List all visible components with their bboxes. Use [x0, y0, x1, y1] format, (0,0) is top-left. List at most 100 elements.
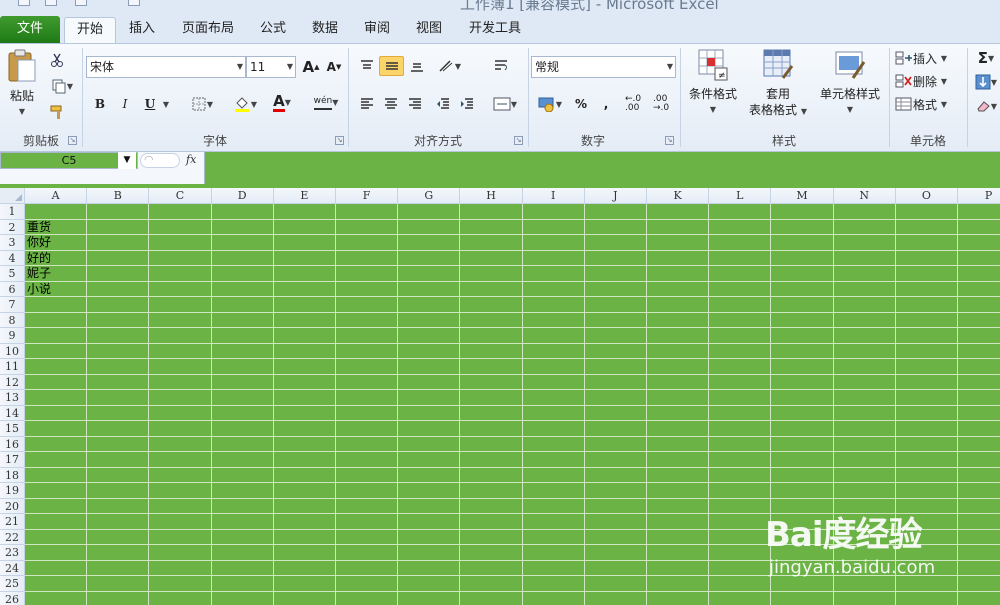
undo-icon[interactable]	[45, 0, 57, 6]
cell-a2[interactable]: 重货	[27, 220, 51, 235]
column-header-b[interactable]: B	[87, 188, 150, 204]
cell-a5[interactable]: 妮子	[27, 266, 51, 281]
underline-button[interactable]: U	[139, 94, 161, 114]
row-header-15[interactable]: 15	[0, 421, 25, 437]
cell-a6[interactable]: 小说	[27, 282, 51, 297]
row-header-7[interactable]: 7	[0, 297, 25, 313]
format-painter-icon[interactable]	[46, 102, 68, 122]
align-right-icon[interactable]	[404, 94, 426, 114]
row-header-16[interactable]: 16	[0, 436, 25, 452]
wrap-text-icon[interactable]	[490, 56, 512, 76]
tab-insert[interactable]: 插入	[120, 17, 164, 43]
column-header-g[interactable]: G	[398, 188, 461, 204]
column-header-m[interactable]: M	[771, 188, 834, 204]
cell-a3[interactable]: 你好	[27, 235, 51, 250]
decrease-decimal-button[interactable]: .00 →.0	[653, 94, 679, 114]
column-header-e[interactable]: E	[273, 188, 336, 204]
column-header-f[interactable]: F	[336, 188, 399, 204]
row-header-19[interactable]: 19	[0, 483, 25, 499]
paste-dropdown-icon[interactable]: ▼	[4, 104, 40, 120]
tab-formulas[interactable]: 公式	[252, 17, 294, 43]
font-name-combo[interactable]: 宋体 ▼	[86, 56, 246, 78]
row-header-10[interactable]: 10	[0, 343, 25, 359]
column-header-i[interactable]: I	[522, 188, 585, 204]
paste-button[interactable]: 粘贴 ▼	[4, 48, 40, 122]
column-header-k[interactable]: K	[647, 188, 710, 204]
row-header-4[interactable]: 4	[0, 250, 25, 266]
row-header-2[interactable]: 2	[0, 219, 25, 235]
save-icon[interactable]	[18, 0, 30, 6]
accounting-format-button[interactable]: ▼	[533, 94, 567, 114]
insert-function-button[interactable]: fx	[186, 153, 196, 166]
clear-button[interactable]: ▼	[972, 96, 1000, 116]
autosum-button[interactable]: Σ ▼	[972, 48, 1000, 68]
column-header-h[interactable]: H	[460, 188, 523, 204]
bold-button[interactable]: B	[89, 94, 111, 114]
row-header-20[interactable]: 20	[0, 498, 25, 514]
shrink-font-button[interactable]: A ▼	[323, 57, 345, 77]
number-launcher-icon[interactable]: ↘	[665, 136, 674, 145]
conditional-format-button[interactable]: ≠ 条件格式 ▼	[684, 48, 742, 118]
fill-color-button[interactable]: ▼	[228, 94, 262, 114]
row-header-5[interactable]: 5	[0, 266, 25, 282]
borders-button[interactable]: ▼	[186, 94, 218, 114]
row-header-26[interactable]: 26	[0, 591, 25, 605]
column-header-d[interactable]: D	[211, 188, 274, 204]
column-header-j[interactable]: J	[584, 188, 647, 204]
column-header-p[interactable]: P	[958, 188, 1000, 204]
font-size-combo[interactable]: 11 ▼	[246, 56, 296, 78]
row-header-24[interactable]: 24	[0, 560, 25, 576]
row-header-11[interactable]: 11	[0, 359, 25, 375]
column-header-o[interactable]: O	[895, 188, 958, 204]
cut-icon[interactable]	[46, 50, 68, 70]
percent-button[interactable]: %	[570, 94, 592, 114]
merge-center-icon[interactable]: ▼	[488, 94, 522, 114]
cell-a4[interactable]: 好的	[27, 251, 51, 266]
align-middle-icon[interactable]	[379, 56, 404, 76]
formula-cancel-icon[interactable]: ◠	[140, 153, 180, 168]
align-left-icon[interactable]	[356, 94, 378, 114]
column-header-n[interactable]: N	[833, 188, 896, 204]
row-header-23[interactable]: 23	[0, 545, 25, 561]
redo-icon[interactable]	[75, 0, 87, 6]
row-header-1[interactable]: 1	[0, 204, 25, 220]
row-header-21[interactable]: 21	[0, 514, 25, 530]
tab-data[interactable]: 数据	[304, 17, 346, 43]
column-header-l[interactable]: L	[709, 188, 772, 204]
increase-decimal-button[interactable]: ←.0 .00	[625, 94, 651, 114]
column-header-c[interactable]: C	[149, 188, 212, 204]
row-header-6[interactable]: 6	[0, 281, 25, 297]
format-cells-button[interactable]: 格式 ▼	[895, 94, 960, 114]
copy-icon[interactable]: ▼	[46, 76, 78, 96]
tab-view[interactable]: 视图	[408, 17, 450, 43]
column-header-a[interactable]: A	[25, 188, 88, 204]
insert-cells-button[interactable]: 插入 ▼	[895, 48, 960, 68]
row-header-8[interactable]: 8	[0, 312, 25, 328]
phonetic-button[interactable]: wén ▼	[308, 92, 344, 112]
fill-button[interactable]: ▼	[972, 72, 1000, 92]
row-header-12[interactable]: 12	[0, 374, 25, 390]
tab-home[interactable]: 开始	[64, 17, 116, 43]
decrease-indent-icon[interactable]	[432, 94, 454, 114]
italic-button[interactable]: I	[114, 94, 136, 114]
row-header-9[interactable]: 9	[0, 328, 25, 344]
delete-cells-button[interactable]: 删除 ▼	[895, 71, 960, 91]
comma-button[interactable]: ,	[595, 94, 617, 114]
clipboard-launcher-icon[interactable]: ↘	[68, 136, 77, 145]
name-box-dropdown-icon[interactable]: ▼	[118, 152, 136, 169]
tab-developer[interactable]: 开发工具	[460, 17, 530, 43]
align-center-icon[interactable]	[380, 94, 402, 114]
formula-input[interactable]	[205, 152, 1000, 184]
quick-access-icon[interactable]	[128, 0, 140, 6]
alignment-launcher-icon[interactable]: ↘	[514, 136, 523, 145]
underline-dropdown-icon[interactable]: ▼	[160, 94, 172, 114]
align-bottom-icon[interactable]	[406, 56, 428, 76]
increase-indent-icon[interactable]	[456, 94, 478, 114]
select-all-button[interactable]	[0, 188, 25, 204]
row-header-18[interactable]: 18	[0, 467, 25, 483]
cell-styles-button[interactable]: 单元格样式 ▼	[814, 48, 886, 118]
number-format-combo[interactable]: 常规 ▼	[531, 56, 676, 78]
grow-font-button[interactable]: A ▲	[300, 57, 322, 77]
row-header-13[interactable]: 13	[0, 390, 25, 406]
tab-file[interactable]: 文件	[0, 16, 60, 43]
